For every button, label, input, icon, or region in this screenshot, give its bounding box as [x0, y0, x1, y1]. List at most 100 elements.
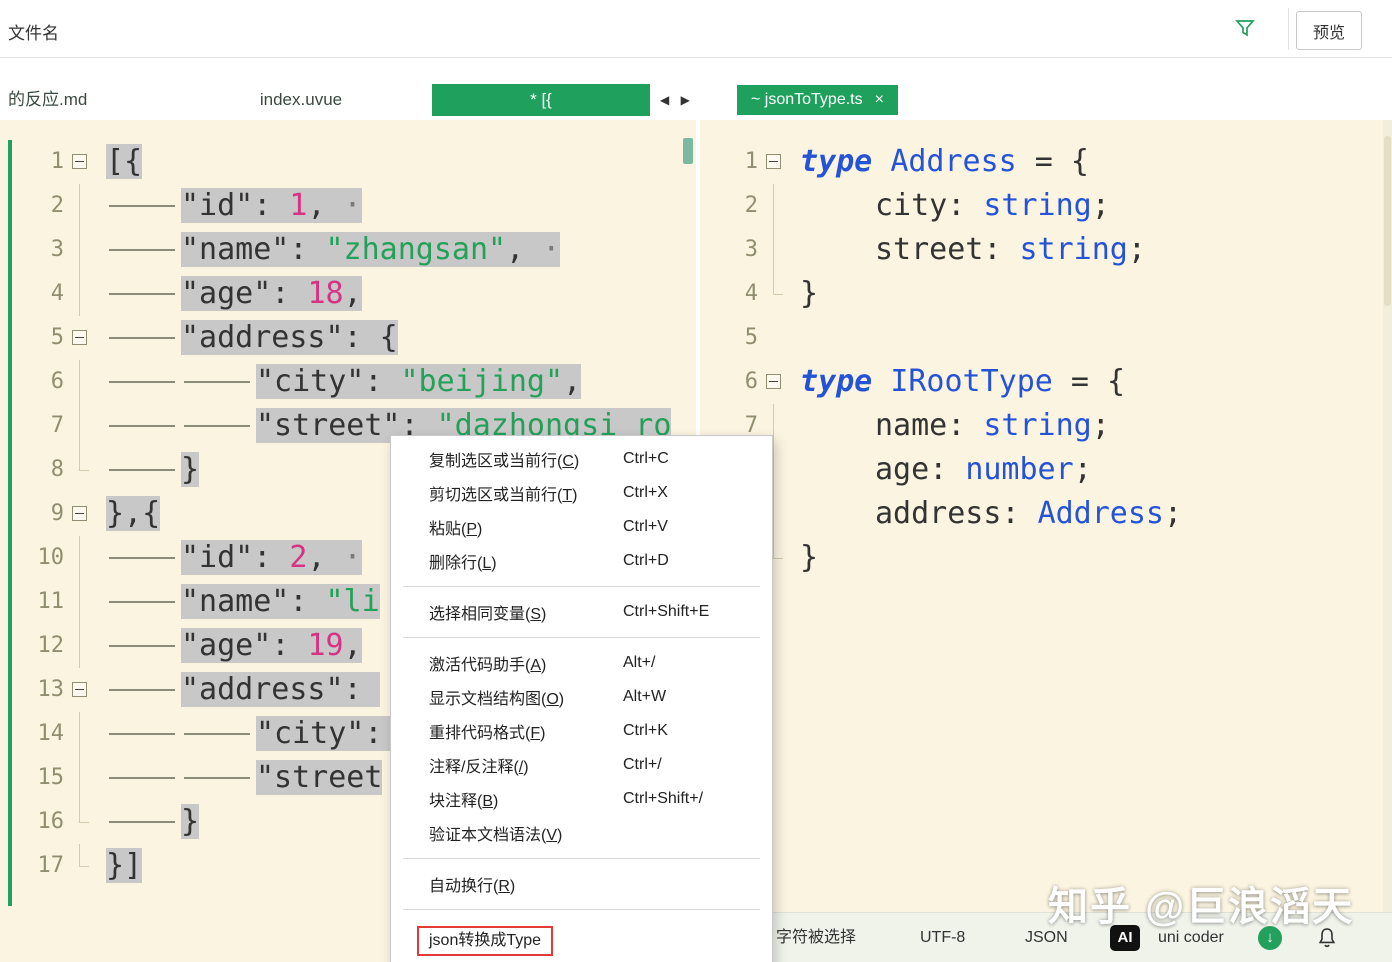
- indent: [181, 756, 256, 800]
- code-line[interactable]: 2"id": 1, ·: [0, 184, 696, 228]
- code-line[interactable]: 1[{: [0, 140, 696, 184]
- code-token: [{: [106, 144, 142, 179]
- code-token: ;: [1128, 232, 1146, 267]
- line-number: 9: [6, 492, 64, 536]
- menu-item[interactable]: 剪切选区或当前行(T)Ctrl+X: [391, 476, 772, 510]
- menu-item-label: 重排代码格式(F): [429, 719, 623, 743]
- menu-shortcut: Alt+W: [623, 688, 666, 706]
- menu-item-label: 显示文档结构图(O): [429, 685, 623, 709]
- code-token: :: [271, 276, 307, 311]
- code-line[interactable]: 4"age": 18,: [0, 272, 696, 316]
- editor-tab[interactable]: 的反应.md: [0, 84, 178, 116]
- menu-item[interactable]: 粘贴(P)Ctrl+V: [391, 510, 772, 544]
- menu-item[interactable]: 选择相同变量(S)Ctrl+Shift+E: [391, 595, 772, 629]
- code-token: }]: [106, 848, 142, 883]
- code-token: string: [983, 408, 1091, 443]
- code-line[interactable]: 6type IRootType = {: [700, 360, 1392, 404]
- fold-collapse-icon[interactable]: [64, 316, 98, 360]
- fold-collapse-icon[interactable]: [758, 140, 792, 184]
- line-number: 6: [710, 360, 758, 404]
- menu-item[interactable]: json转换成Type: [391, 918, 772, 962]
- menu-separator: [403, 586, 760, 587]
- tab-scroll-left-icon[interactable]: ◀: [660, 93, 669, 107]
- fold-collapse-icon[interactable]: [758, 360, 792, 404]
- mnemonic: B: [482, 793, 493, 810]
- scrollbar-thumb[interactable]: [683, 138, 693, 164]
- fold-collapse-icon[interactable]: [64, 668, 98, 712]
- menu-item[interactable]: 注释/反注释(/)Ctrl+/: [391, 748, 772, 782]
- tab-label: * [{: [530, 90, 552, 109]
- line-number: 2: [710, 184, 758, 228]
- code-token: :: [929, 452, 965, 487]
- preview-button[interactable]: 预览: [1296, 11, 1362, 50]
- code-line[interactable]: 4}: [700, 272, 1392, 316]
- editor-tab[interactable]: * [{: [432, 84, 650, 116]
- menu-item[interactable]: 自动换行(R): [391, 867, 772, 901]
- code-token: string: [983, 188, 1091, 223]
- indent: [106, 756, 181, 800]
- menu-item[interactable]: 删除行(L)Ctrl+D: [391, 544, 772, 578]
- code-line[interactable]: 1type Address = {: [700, 140, 1392, 184]
- code-line[interactable]: 3street: string;: [700, 228, 1392, 272]
- close-tab-icon[interactable]: ×: [875, 91, 884, 108]
- menu-item-label: 验证本文档语法(V): [429, 821, 623, 845]
- code-line[interactable]: 5: [700, 316, 1392, 360]
- indent: [106, 536, 181, 580]
- fold-collapse-icon[interactable]: [64, 492, 98, 536]
- code-token: ,: [506, 232, 524, 267]
- indent: [106, 580, 181, 624]
- encoding-indicator[interactable]: UTF-8: [920, 913, 965, 962]
- menu-item[interactable]: 复制选区或当前行(C)Ctrl+C: [391, 442, 772, 476]
- menu-separator: [403, 858, 760, 859]
- code-token: "id": [181, 540, 253, 575]
- fold-guide: [64, 404, 98, 448]
- code-line[interactable]: 6"city": "beijing",: [0, 360, 696, 404]
- mnemonic: F: [530, 725, 540, 742]
- tab-jsontotype[interactable]: ~ jsonToType.ts×: [737, 85, 898, 115]
- code-line[interactable]: 5"address": {: [0, 316, 696, 360]
- code-line[interactable]: 2city: string;: [700, 184, 1392, 228]
- line-number: 15: [6, 756, 64, 800]
- menu-item[interactable]: 重排代码格式(F)Ctrl+K: [391, 714, 772, 748]
- fold-guide: [758, 228, 792, 272]
- tab-label: 的反应.md: [8, 90, 87, 109]
- fold-collapse-icon[interactable]: [64, 140, 98, 184]
- indent: [106, 624, 181, 668]
- menu-item-label: 自动换行(R): [429, 872, 623, 896]
- code-line[interactable]: 10}: [700, 536, 1392, 580]
- code-token: [872, 144, 890, 179]
- scrollbar-thumb[interactable]: [1384, 136, 1391, 306]
- menu-item[interactable]: 显示文档结构图(O)Alt+W: [391, 680, 772, 714]
- indent: [106, 316, 181, 360]
- code-token: :: [364, 364, 400, 399]
- code-line[interactable]: 7name: string;: [700, 404, 1392, 448]
- typescript-editor[interactable]: 1type Address = {2city: string;3street: …: [700, 120, 1392, 912]
- menu-item-label: 粘贴(P): [429, 515, 623, 539]
- fold-guide: [64, 184, 98, 228]
- toolbar-divider: [1288, 8, 1289, 50]
- code-line[interactable]: 3"name": "zhangsan", ·: [0, 228, 696, 272]
- indent: [106, 228, 181, 272]
- code-token: string: [1020, 232, 1128, 267]
- tab-scroll-right-icon[interactable]: ▶: [681, 93, 690, 107]
- fold-guide: [64, 844, 98, 888]
- mnemonic: C: [562, 453, 574, 470]
- code-token: ;: [1092, 188, 1110, 223]
- code-token: :: [271, 628, 307, 663]
- filename-label: 文件名: [8, 19, 59, 44]
- menu-item[interactable]: 验证本文档语法(V): [391, 816, 772, 850]
- mnemonic: /: [519, 759, 523, 776]
- indent: [800, 492, 875, 536]
- fold-guide: [64, 756, 98, 800]
- line-number: 11: [6, 580, 64, 624]
- menu-item[interactable]: 块注释(B)Ctrl+Shift+/: [391, 782, 772, 816]
- code-line[interactable]: 8age: number;: [700, 448, 1392, 492]
- code-token: age: [875, 452, 929, 487]
- menu-item[interactable]: 激活代码助手(A)Alt+/: [391, 646, 772, 680]
- fold-guide: [64, 712, 98, 756]
- code-token: "city": [256, 716, 364, 751]
- code-line[interactable]: 9address: Address;: [700, 492, 1392, 536]
- editor-tab[interactable]: index.uvue: [170, 84, 432, 116]
- filter-icon[interactable]: [1234, 17, 1256, 44]
- fold-guide: [64, 536, 98, 580]
